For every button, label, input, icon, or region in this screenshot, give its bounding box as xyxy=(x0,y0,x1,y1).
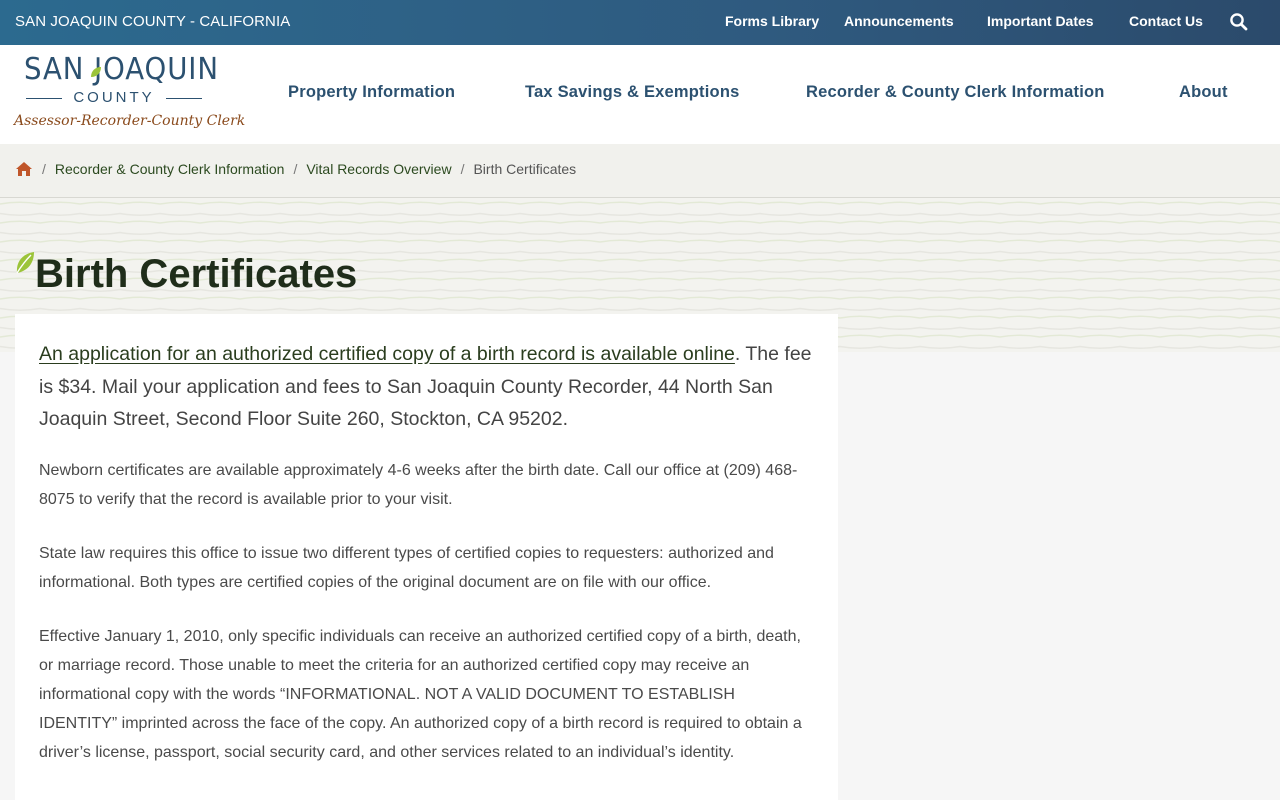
logo-subtitle: Assessor-Recorder-County Clerk xyxy=(14,113,246,129)
nav-tax-savings-exemptions[interactable]: Tax Savings & Exemptions xyxy=(525,83,739,102)
breadcrumb-bar: / Recorder & County Clerk Information / … xyxy=(0,144,1280,198)
wave-line xyxy=(0,307,1280,311)
breadcrumb-separator: / xyxy=(42,161,46,177)
search-button[interactable] xyxy=(1229,12,1249,32)
utility-nav: Forms Library Announcements Important Da… xyxy=(0,13,1280,33)
breadcrumb-home[interactable] xyxy=(15,161,33,177)
wave-line xyxy=(0,212,1280,216)
nav-recorder-county-clerk[interactable]: Recorder & County Clerk Information xyxy=(806,83,1105,102)
nav-property-information[interactable]: Property Information xyxy=(288,83,455,102)
forms-library-link[interactable]: Forms Library xyxy=(725,13,819,29)
home-icon xyxy=(16,162,32,176)
important-dates-link[interactable]: Important Dates xyxy=(987,13,1094,29)
logo-title: SAN JOAQUIN xyxy=(24,52,219,87)
content-card: An application for an authorized certifi… xyxy=(15,314,838,800)
newborn-paragraph: Newborn certificates are available appro… xyxy=(39,461,798,508)
authorized-copy-paragraph: Effective January 1, 2010, only specific… xyxy=(39,627,802,761)
leaf-icon xyxy=(91,67,101,77)
announcements-link[interactable]: Announcements xyxy=(844,13,954,29)
lead-paragraph: An application for an authorized certifi… xyxy=(39,338,814,436)
breadcrumb-vital-records[interactable]: Vital Records Overview xyxy=(306,161,451,177)
wave-line xyxy=(0,201,1280,205)
site-logo[interactable]: SAN JOAQUIN COUNTY Assessor-Recorder-Cou… xyxy=(14,51,245,139)
contact-us-link[interactable]: Contact Us xyxy=(1129,13,1203,29)
page-title: Birth Certificates xyxy=(35,252,358,296)
breadcrumb-current: Birth Certificates xyxy=(473,161,577,177)
breadcrumb-recorder[interactable]: Recorder & County Clerk Information xyxy=(55,161,285,177)
state-law-paragraph: State law requires this office to issue … xyxy=(39,544,774,591)
breadcrumb: / Recorder & County Clerk Information / … xyxy=(15,161,576,177)
wave-line xyxy=(0,239,1280,243)
wave-line xyxy=(0,231,1280,235)
site-header: SAN JOAQUIN COUNTY Assessor-Recorder-Cou… xyxy=(0,45,1280,144)
breadcrumb-separator: / xyxy=(293,161,298,177)
logo-county: COUNTY xyxy=(24,89,204,107)
top-utility-bar: SAN JOAQUIN COUNTY - CALIFORNIA Forms Li… xyxy=(0,0,1280,45)
leaf-icon xyxy=(16,252,34,274)
search-icon xyxy=(1230,13,1248,31)
nav-about[interactable]: About xyxy=(1179,83,1228,102)
online-application-link[interactable]: An application for an authorized certifi… xyxy=(39,343,735,365)
wave-line xyxy=(0,220,1280,224)
breadcrumb-separator: / xyxy=(460,161,465,177)
